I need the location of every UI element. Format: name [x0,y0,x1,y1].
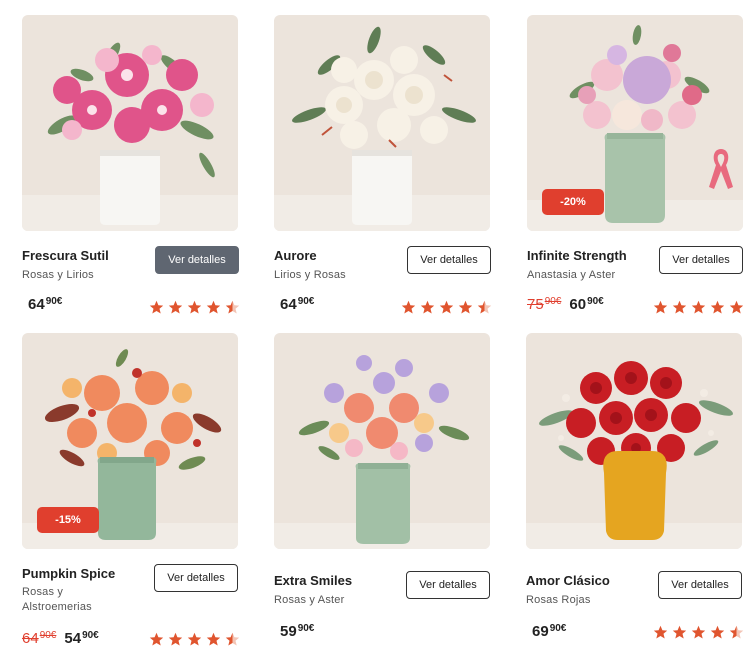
view-details-button[interactable]: Ver detalles [659,246,743,274]
product-subtitle: Rosas y Alstroemerias [22,586,92,613]
bouquet-photo [526,333,742,549]
price-integer: 54 [64,630,82,647]
star-full-icon [187,632,202,647]
product-title[interactable]: Aurore [274,248,317,263]
bouquet-photo [274,15,490,231]
view-details-button[interactable]: Ver detalles [658,571,742,599]
product-price: 64 90€ 54 90€ [22,630,99,647]
product-price: 64 90€ [280,296,314,313]
product-price: 69 90€ [532,623,566,640]
star-full-icon [653,300,668,315]
star-full-icon [149,300,164,315]
rating-stars [401,300,492,315]
product-image[interactable] [22,15,238,231]
rating-stars [653,625,744,640]
star-full-icon [710,300,725,315]
price-integer: 64 [280,296,297,313]
price-cents: 90€ [45,296,63,307]
star-full-icon [672,625,687,640]
rating-stars [653,300,744,315]
price-integer: 60 [569,296,587,313]
product-title[interactable]: Pumpkin Spice [22,566,115,581]
price-integer: 69 [532,623,549,640]
product-title[interactable]: Amor Clásico [526,573,610,588]
star-full-icon [672,300,687,315]
rating-stars [149,300,240,315]
product-card[interactable]: -15% Pumpkin Spice Rosas y Alstroemerias… [22,333,240,653]
star-full-icon [420,300,435,315]
old-price-integer: 64 [22,630,39,647]
view-details-button[interactable]: Ver detalles [406,571,490,599]
price-integer: 59 [280,623,297,640]
star-full-icon [168,300,183,315]
product-image[interactable] [526,333,742,549]
product-title[interactable]: Frescura Sutil [22,248,109,263]
product-subtitle: Rosas Rojas [526,594,591,606]
price-cents: 90€ [297,623,315,634]
star-full-icon [458,300,473,315]
price-integer: 64 [28,296,45,313]
product-title[interactable]: Extra Smiles [274,573,352,588]
star-full-icon [691,625,706,640]
product-image[interactable] [274,15,490,231]
star-half-icon [729,625,744,640]
product-subtitle: Rosas y Aster [274,594,345,606]
view-details-button[interactable]: Ver detalles [155,246,239,274]
star-full-icon [439,300,454,315]
product-card[interactable]: Aurore Lirios y Rosas Ver detalles 64 90… [274,15,492,325]
old-price-integer: 75 [527,296,544,313]
star-full-icon [401,300,416,315]
star-half-icon [477,300,492,315]
rating-stars [149,632,240,647]
star-full-icon [729,300,744,315]
star-full-icon [149,632,164,647]
product-card[interactable]: Amor Clásico Rosas Rojas Ver detalles 69… [526,333,744,653]
product-subtitle: Anastasia y Aster [527,269,616,281]
product-price: 64 90€ [28,296,62,313]
product-subtitle: Lirios y Rosas [274,269,346,281]
price-cents: 90€ [549,623,567,634]
view-details-button[interactable]: Ver detalles [407,246,491,274]
product-price: 59 90€ [280,623,314,640]
discount-badge: -15% [37,507,99,533]
bouquet-photo [22,15,238,231]
price-cents: 90€ [587,296,604,307]
star-full-icon [710,625,725,640]
bouquet-photo [274,333,490,549]
pink-ribbon-icon [709,149,733,189]
product-subtitle: Rosas y Lirios [22,269,94,281]
price-cents: 90€ [297,296,315,307]
product-image[interactable] [274,333,490,549]
old-price-cents: 90€ [39,630,57,641]
product-card[interactable]: Frescura Sutil Rosas y Lirios Ver detall… [22,15,240,325]
product-card[interactable]: -20% Infinite Strength Anastasia y Aster… [527,15,745,325]
star-full-icon [187,300,202,315]
old-price: 64 90€ [22,630,56,647]
old-price: 75 90€ [527,296,561,313]
star-half-icon [225,632,240,647]
star-half-icon [225,300,240,315]
discount-badge: -20% [542,189,604,215]
star-full-icon [653,625,668,640]
star-full-icon [206,632,221,647]
product-price: 75 90€ 60 90€ [527,296,604,313]
product-card[interactable]: Extra Smiles Rosas y Aster Ver detalles … [274,333,492,653]
old-price-cents: 90€ [544,296,562,307]
star-full-icon [168,632,183,647]
view-details-button[interactable]: Ver detalles [154,564,238,592]
product-title[interactable]: Infinite Strength [527,248,627,263]
price-cents: 90€ [82,630,99,641]
star-full-icon [206,300,221,315]
star-full-icon [691,300,706,315]
